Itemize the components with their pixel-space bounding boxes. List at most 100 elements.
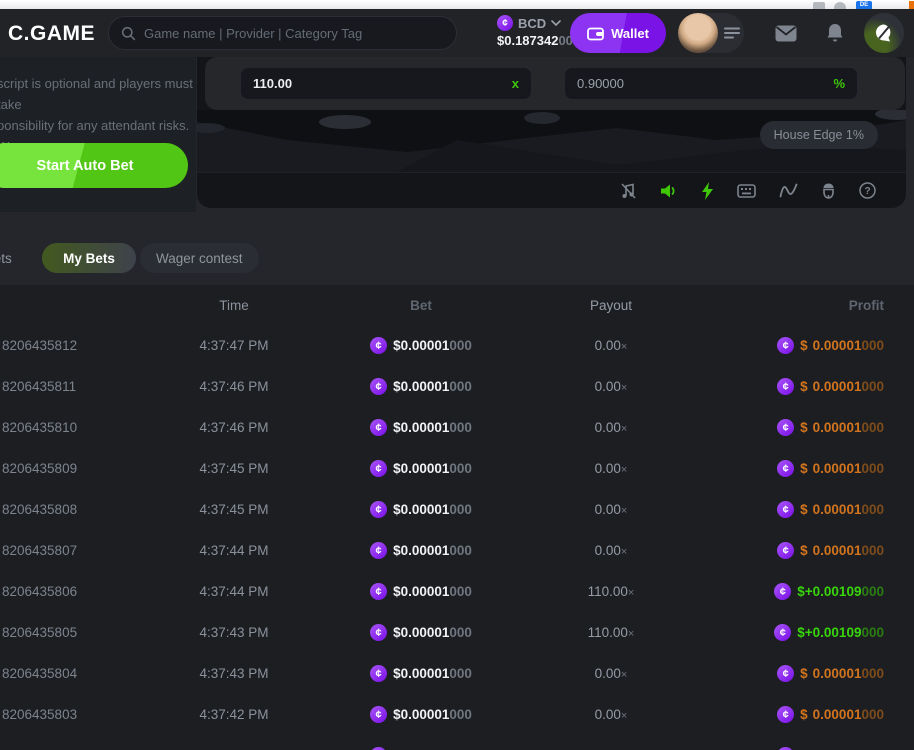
table-row[interactable]: ¢ $0.00001000 ¢ $0.00001000 xyxy=(0,735,914,750)
help-icon[interactable]: ? xyxy=(859,182,876,199)
profit-trailing-zeros: 000 xyxy=(861,625,884,640)
bet-amount: $0.00001000 xyxy=(393,502,472,517)
profit-amount: $0.00001000 xyxy=(800,666,884,681)
wallet-button-label: Wallet xyxy=(611,26,649,41)
bet-id: 8206435804 xyxy=(0,666,118,681)
avatar[interactable] xyxy=(678,13,718,53)
profit-currency-sign: $ xyxy=(800,666,808,681)
game-toolbar: ? xyxy=(197,172,906,208)
profit-trailing-zeros: 000 xyxy=(861,502,884,517)
bcd-coin-icon: ¢ xyxy=(370,378,387,395)
table-row[interactable]: 8206435804 4:37:43 PM ¢ $0.00001000 0.00… xyxy=(0,653,914,694)
bet-amount: $0.00001000 xyxy=(393,338,472,353)
site-logo[interactable]: C.GAME xyxy=(8,22,95,46)
live-stats-icon[interactable] xyxy=(779,183,798,198)
payout-cell: 0.00× xyxy=(492,420,730,435)
win-chance-input[interactable]: 0.90000 % xyxy=(564,67,858,100)
payout-multiplier-sign: × xyxy=(621,423,627,435)
payout-value: 0.00 xyxy=(595,461,621,476)
profit-currency-sign: $ xyxy=(800,502,808,517)
my-bets-table: Time Bet Payout Profit 8206435812 4:37:4… xyxy=(0,285,914,750)
bet-time: 4:37:45 PM xyxy=(118,461,350,476)
browser-profile-icon[interactable] xyxy=(834,2,846,9)
bcd-coin-icon: ¢ xyxy=(777,706,794,723)
profit-currency-sign: $+ xyxy=(797,625,812,640)
payout-multiplier-sign: × xyxy=(621,464,627,476)
col-header-profit: Profit xyxy=(730,298,884,313)
music-off-icon[interactable] xyxy=(620,182,637,200)
payout-cell: 0.00× xyxy=(492,502,730,517)
turbo-bolt-icon[interactable] xyxy=(701,182,714,200)
tab-wager-contest[interactable]: Wager contest xyxy=(140,243,259,273)
fairness-seed-icon[interactable] xyxy=(821,182,836,200)
search-input[interactable]: Game name | Provider | Category Tag xyxy=(108,16,457,50)
tab-all-bets[interactable]: All Bets xyxy=(0,243,12,273)
bet-amount-cell: ¢ $0.00001000 xyxy=(350,419,492,436)
translate-extension-badge[interactable]: DE xyxy=(856,1,872,9)
wallet-button[interactable]: Wallet xyxy=(570,13,666,53)
payout-value: 0.00 xyxy=(595,338,621,353)
bets-tabs: All Bets My Bets Wager contest xyxy=(0,243,914,273)
currency-selector[interactable]: ¢ BCD $0.18734200 xyxy=(497,15,573,48)
extensions-icon[interactable] xyxy=(813,2,825,9)
tab-my-bets[interactable]: My Bets xyxy=(42,243,136,273)
table-row[interactable]: 8206435808 4:37:45 PM ¢ $0.00001000 0.00… xyxy=(0,489,914,530)
table-row[interactable]: 8206435809 4:37:45 PM ¢ $0.00001000 0.00… xyxy=(0,448,914,489)
browser-edge-decoration xyxy=(909,1,914,9)
multiplier-suffix: x xyxy=(512,76,519,91)
profile-menu[interactable] xyxy=(678,13,744,53)
bet-amount: $0.00001000 xyxy=(393,379,472,394)
messages-icon[interactable] xyxy=(775,25,797,42)
profit-currency-sign: $+ xyxy=(797,584,812,599)
profit-currency-sign: $ xyxy=(800,543,808,558)
bcd-coin-icon: ¢ xyxy=(777,542,794,559)
bet-amount-main: $0.00001 xyxy=(393,543,449,558)
chat-bubble-icon xyxy=(874,23,894,43)
wallet-balance: $0.18734200 xyxy=(497,33,573,48)
bcd-coin-icon: ¢ xyxy=(370,460,387,477)
notifications-bell-icon[interactable] xyxy=(826,23,844,43)
payout-multiplier-sign: × xyxy=(628,587,634,599)
percent-suffix: % xyxy=(833,76,845,91)
bet-id: 8206435803 xyxy=(0,707,118,722)
bet-time: 4:37:42 PM xyxy=(118,707,350,722)
table-row[interactable]: 8206435806 4:37:44 PM ¢ $0.00001000 110.… xyxy=(0,571,914,612)
profile-menu-icon xyxy=(724,27,740,39)
bet-amount-zeros: 000 xyxy=(449,502,472,517)
table-row[interactable]: 8206435803 4:37:42 PM ¢ $0.00001000 0.00… xyxy=(0,694,914,735)
bcd-coin-icon: ¢ xyxy=(497,15,513,31)
table-row[interactable]: 8206435807 4:37:44 PM ¢ $0.00001000 0.00… xyxy=(0,530,914,571)
sound-on-icon[interactable] xyxy=(660,183,678,199)
profit-value: 0.00109 xyxy=(813,584,862,599)
bcd-coin-icon: ¢ xyxy=(777,665,794,682)
table-row[interactable]: 8206435811 4:37:46 PM ¢ $0.00001000 0.00… xyxy=(0,366,914,407)
profit-trailing-zeros: 000 xyxy=(861,420,884,435)
table-row[interactable]: 8206435810 4:37:46 PM ¢ $0.00001000 0.00… xyxy=(0,407,914,448)
profit-currency-sign: $ xyxy=(800,338,808,353)
bcd-coin-icon: ¢ xyxy=(370,419,387,436)
bet-amount-zeros: 000 xyxy=(449,379,472,394)
bet-amount-main: $0.00001 xyxy=(393,338,449,353)
bet-amount-cell: ¢ $0.00001000 xyxy=(350,460,492,477)
chat-toggle[interactable] xyxy=(864,13,904,53)
profit-trailing-zeros: 000 xyxy=(861,584,884,599)
table-row[interactable]: 8206435812 4:37:47 PM ¢ $0.00001000 0.00… xyxy=(0,325,914,366)
bcd-coin-icon: ¢ xyxy=(370,624,387,641)
bet-amount: $0.00001000 xyxy=(393,625,472,640)
profit-cell: ¢ $0.00001000 xyxy=(730,419,884,436)
bet-amount: $0.00001000 xyxy=(393,584,472,599)
wallet-icon xyxy=(587,26,604,41)
bcd-coin-icon: ¢ xyxy=(774,583,791,600)
payout-input[interactable]: 110.00 x xyxy=(240,67,532,100)
payout-multiplier-sign: × xyxy=(621,505,627,517)
payout-cell: 0.00× xyxy=(492,338,730,353)
table-row[interactable]: 8206435805 4:37:43 PM ¢ $0.00001000 110.… xyxy=(0,612,914,653)
profit-value: 0.00001 xyxy=(813,543,862,558)
start-auto-bet-button[interactable]: Start Auto Bet xyxy=(0,143,188,188)
profit-cell: ¢ $0.00001000 xyxy=(730,706,884,723)
bet-amount: $0.00001000 xyxy=(393,707,472,722)
profit-amount: $0.00001000 xyxy=(800,338,884,353)
profit-currency-sign: $ xyxy=(800,707,808,722)
payout-multiplier-sign: × xyxy=(621,710,627,722)
hotkeys-keyboard-icon[interactable] xyxy=(737,184,756,198)
